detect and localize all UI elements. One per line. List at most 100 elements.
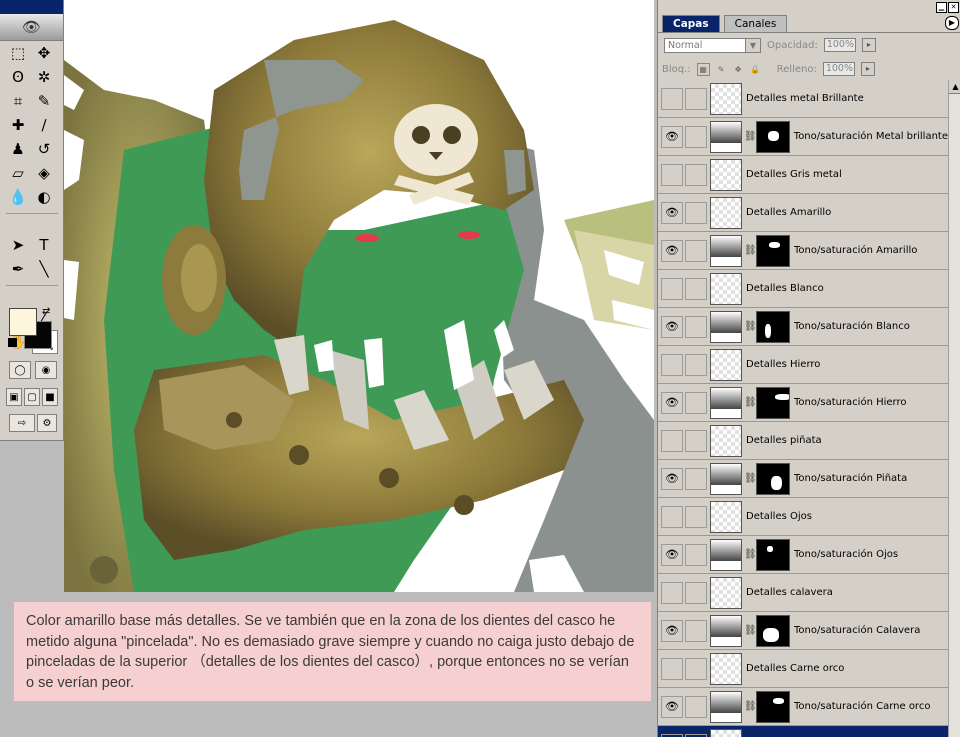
- layer-row[interactable]: Detalles calavera: [658, 574, 948, 612]
- link-toggle-box[interactable]: [685, 353, 707, 376]
- layer-thumbnail[interactable]: [710, 82, 742, 115]
- type-tool-icon[interactable]: T: [32, 234, 56, 256]
- photoshop-logo-icon[interactable]: 👁: [0, 14, 63, 41]
- layer-thumbnail[interactable]: [710, 728, 742, 737]
- link-toggle-box[interactable]: [685, 201, 707, 224]
- fill-slider-button[interactable]: ▸: [860, 62, 875, 76]
- crop-tool-icon[interactable]: ⌗: [6, 90, 30, 112]
- chain-link-icon[interactable]: ⛓: [744, 701, 757, 712]
- jump-to-imageready-icon[interactable]: ⇨: [9, 414, 35, 432]
- layer-row[interactable]: Detalles Carne orco: [658, 650, 948, 688]
- lock-pixels-icon[interactable]: ✎: [716, 64, 727, 75]
- adjustment-thumbnail[interactable]: [710, 310, 742, 343]
- close-icon[interactable]: ✕: [948, 2, 959, 13]
- layer-row[interactable]: Detalles Gris metal: [658, 156, 948, 194]
- link-toggle-box[interactable]: [685, 619, 707, 642]
- visibility-eye-icon[interactable]: [661, 505, 683, 528]
- layer-row[interactable]: Detalles Hierro: [658, 346, 948, 384]
- visibility-eye-icon[interactable]: 👁: [661, 543, 683, 566]
- lock-all-icon[interactable]: 🔒: [750, 64, 761, 75]
- quick-mask-mode-icon[interactable]: ◉: [35, 361, 57, 379]
- layer-row[interactable]: 👁 ⛓ Tono/saturación Calavera: [658, 612, 948, 650]
- layer-mask-thumbnail[interactable]: [756, 310, 790, 343]
- layer-thumbnail[interactable]: [710, 424, 742, 457]
- visibility-eye-icon[interactable]: [661, 429, 683, 452]
- blend-mode-select[interactable]: Normal ▼: [664, 37, 761, 53]
- link-toggle-box[interactable]: [684, 125, 707, 148]
- chain-link-icon[interactable]: ⛓: [744, 245, 757, 256]
- visibility-eye-icon[interactable]: 👁: [661, 391, 683, 414]
- layer-mask-thumbnail[interactable]: [756, 614, 790, 647]
- path-select-tool-icon[interactable]: ➤: [6, 234, 30, 256]
- paint-bucket-tool-icon[interactable]: ◈: [32, 162, 56, 184]
- chain-link-icon[interactable]: ⛓: [744, 131, 757, 142]
- link-toggle-box[interactable]: [685, 581, 707, 604]
- link-toggle-box[interactable]: [685, 391, 707, 414]
- blur-tool-icon[interactable]: 💧: [6, 186, 30, 208]
- slice-tool-icon[interactable]: ✎: [32, 90, 56, 112]
- layer-thumbnail[interactable]: [710, 272, 742, 305]
- layer-thumbnail[interactable]: [710, 196, 742, 229]
- magic-wand-tool-icon[interactable]: ✲: [32, 66, 56, 88]
- layer-thumbnail[interactable]: [710, 652, 742, 685]
- layer-mask-thumbnail[interactable]: [756, 234, 790, 267]
- link-toggle-box[interactable]: [685, 277, 707, 300]
- layer-row[interactable]: Detalles piñata: [658, 422, 948, 460]
- pen-tool-icon[interactable]: ✒: [6, 258, 30, 280]
- palette-titlebar[interactable]: ▁ ✕: [658, 0, 960, 14]
- layer-mask-thumbnail[interactable]: [755, 120, 790, 153]
- visibility-eye-icon[interactable]: [661, 581, 683, 604]
- screen-mode-full-menu-icon[interactable]: ▢: [24, 388, 40, 406]
- adjustment-thumbnail[interactable]: [709, 120, 742, 153]
- layer-row[interactable]: 👁 ⛓ Tono/saturación Ojos: [658, 536, 948, 574]
- link-toggle-box[interactable]: [685, 429, 707, 452]
- link-toggle-box[interactable]: [685, 505, 707, 528]
- link-toggle-box[interactable]: [685, 87, 707, 110]
- dodge-tool-icon[interactable]: ◐: [32, 186, 56, 208]
- document-canvas[interactable]: [64, 0, 654, 592]
- swap-colors-icon[interactable]: ⇄: [42, 306, 50, 317]
- visibility-eye-icon[interactable]: 👁: [661, 467, 683, 490]
- history-brush-tool-icon[interactable]: ↺: [32, 138, 56, 160]
- move-tool-icon[interactable]: ✥: [32, 42, 56, 64]
- scroll-up-icon[interactable]: ▲: [949, 80, 960, 94]
- tab-canales[interactable]: Canales: [723, 15, 788, 32]
- layer-row[interactable]: 👁 ⛓ Tono/saturación Hierro: [658, 384, 948, 422]
- marquee-tool-icon[interactable]: ⬚: [6, 42, 30, 64]
- layer-row[interactable]: 👁 ⛓ Tono/saturación Metal brillante: [658, 118, 948, 156]
- visibility-eye-icon[interactable]: [661, 353, 683, 376]
- layer-row[interactable]: 👁 Detalles Amarillo: [658, 194, 948, 232]
- layer-list-scrollbar[interactable]: ▲: [948, 80, 960, 737]
- layer-row[interactable]: ✎Fondo copia: [658, 726, 948, 737]
- adjustment-thumbnail[interactable]: [710, 690, 742, 723]
- layer-row[interactable]: Detalles Blanco: [658, 270, 948, 308]
- link-toggle-box[interactable]: [685, 657, 707, 680]
- layer-mask-thumbnail[interactable]: [756, 462, 790, 495]
- tab-capas[interactable]: Capas: [662, 15, 720, 32]
- chain-link-icon[interactable]: ⛓: [744, 321, 757, 332]
- visibility-eye-icon[interactable]: [661, 733, 683, 737]
- healing-brush-tool-icon[interactable]: ✚: [6, 114, 30, 136]
- visibility-eye-icon[interactable]: 👁: [661, 695, 683, 718]
- default-colors-icon[interactable]: [8, 338, 17, 347]
- chain-link-icon[interactable]: ⛓: [744, 549, 757, 560]
- screen-mode-full-icon[interactable]: ■: [42, 388, 58, 406]
- opacity-input[interactable]: 100%: [823, 38, 856, 52]
- layer-thumbnail[interactable]: [710, 500, 742, 533]
- adjustment-thumbnail[interactable]: [710, 614, 742, 647]
- visibility-eye-icon[interactable]: 👁: [661, 239, 683, 262]
- visibility-eye-icon[interactable]: 👁: [661, 125, 683, 148]
- adjustment-thumbnail[interactable]: [710, 234, 742, 267]
- lock-transparency-icon[interactable]: ▦: [696, 62, 710, 76]
- layer-row[interactable]: 👁 ⛓ Tono/saturación Piñata: [658, 460, 948, 498]
- imageready-icon[interactable]: ⚙: [37, 414, 57, 432]
- standard-mode-icon[interactable]: ◯: [9, 361, 31, 379]
- line-tool-icon[interactable]: ╲: [32, 258, 56, 280]
- chain-link-icon[interactable]: ⛓: [744, 397, 757, 408]
- brush-tool-icon[interactable]: ∕: [32, 114, 56, 136]
- layer-row[interactable]: 👁 ⛓ Tono/saturación Carne orco: [658, 688, 948, 726]
- minimize-icon[interactable]: ▁: [936, 2, 947, 13]
- visibility-eye-icon[interactable]: 👁: [661, 201, 683, 224]
- layer-row[interactable]: Detalles metal Brillante: [658, 80, 948, 118]
- visibility-eye-icon[interactable]: 👁: [661, 315, 683, 338]
